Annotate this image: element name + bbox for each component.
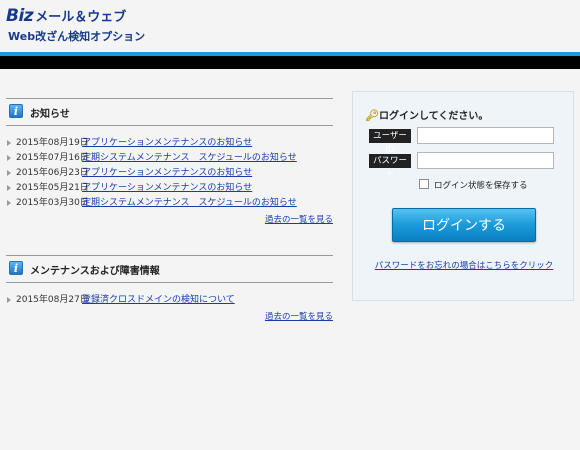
logo-brand: Biz: [6, 6, 34, 26]
maintenance-link[interactable]: 登録済クロスドメインの検知について: [82, 295, 235, 305]
news-more-link[interactable]: 過去の一覧を見る: [265, 215, 333, 225]
list-item: 2015年08月19日アプリケーションメンテナンスのお知らせ: [6, 136, 333, 151]
maintenance-date: 2015年08月27日: [16, 295, 89, 305]
news-date: 2015年06月23日: [16, 168, 89, 178]
remember-checkbox[interactable]: [419, 179, 429, 189]
info-icon: i: [9, 104, 23, 118]
login-heading: 🔑︎ログインしてください。: [365, 107, 488, 122]
list-item: 2015年06月23日アプリケーションメンテナンスのお知らせ: [6, 166, 333, 181]
news-link[interactable]: アプリケーションメンテナンスのお知らせ: [82, 168, 252, 178]
news-date: 2015年08月19日: [16, 138, 89, 148]
user-id-label: ユーザーID: [369, 129, 411, 155]
remember-login[interactable]: ログイン状態を保存する: [419, 179, 528, 191]
news-link[interactable]: アプリケーションメンテナンスのお知らせ: [82, 138, 252, 148]
news-link[interactable]: アプリケーションメンテナンスのお知らせ: [82, 183, 252, 193]
remember-label: ログイン状態を保存する: [434, 181, 528, 191]
login-panel: 🔑︎ログインしてください。 ユーザーID パスワード ログイン状態を保存する ロ…: [352, 91, 574, 301]
news-section: i お知らせ 2015年08月19日アプリケーションメンテナンスのお知らせ 20…: [6, 98, 333, 227]
list-item: 2015年05月21日アプリケーションメンテナンスのお知らせ: [6, 181, 333, 196]
header: Biz メール＆ウェブ Web改ざん検知オプション: [0, 0, 580, 52]
logo-service: メール＆ウェブ: [35, 10, 127, 25]
news-title: お知らせ: [30, 109, 70, 120]
news-date: 2015年05月21日: [16, 183, 89, 193]
maintenance-more: 過去の一覧を見る: [6, 310, 333, 324]
forgot-password: パスワードをお忘れの場合はこちらをクリック: [353, 259, 575, 271]
forgot-password-link[interactable]: パスワードをお忘れの場合はこちらをクリック: [375, 261, 554, 271]
user-id-input[interactable]: [417, 127, 554, 144]
login-button[interactable]: ログインする: [392, 208, 536, 242]
maintenance-header: i メンテナンスおよび障害情報: [6, 255, 333, 283]
list-item: 2015年07月16日定期システムメンテナンス スケジュールのお知らせ: [6, 151, 333, 166]
password-input[interactable]: [417, 152, 554, 169]
maintenance-title: メンテナンスおよび障害情報: [30, 266, 160, 277]
news-header: i お知らせ: [6, 98, 333, 126]
news-date: 2015年07月16日: [16, 153, 89, 163]
login-heading-text: ログインしてください。: [379, 111, 489, 122]
header-black-bar: [0, 56, 580, 69]
maintenance-more-link[interactable]: 過去の一覧を見る: [265, 312, 333, 322]
list-item: 2015年08月27日登録済クロスドメインの検知について: [6, 293, 333, 308]
list-item: 2015年03月30日定期システムメンテナンス スケジュールのお知らせ: [6, 196, 333, 211]
news-list: 2015年08月19日アプリケーションメンテナンスのお知らせ 2015年07月1…: [6, 136, 333, 211]
info-icon: i: [9, 261, 23, 275]
logo: Biz メール＆ウェブ: [6, 6, 127, 26]
news-more: 過去の一覧を見る: [6, 213, 333, 227]
maintenance-list: 2015年08月27日登録済クロスドメインの検知について: [6, 293, 333, 308]
maintenance-section: i メンテナンスおよび障害情報 2015年08月27日登録済クロスドメインの検知…: [6, 255, 333, 324]
page-subtitle: Web改ざん検知オプション: [8, 30, 146, 43]
news-date: 2015年03月30日: [16, 198, 89, 208]
news-link[interactable]: 定期システムメンテナンス スケジュールのお知らせ: [82, 153, 297, 163]
key-icon: 🔑︎: [365, 109, 379, 122]
news-link[interactable]: 定期システムメンテナンス スケジュールのお知らせ: [82, 198, 297, 208]
password-label: パスワード: [369, 154, 411, 180]
